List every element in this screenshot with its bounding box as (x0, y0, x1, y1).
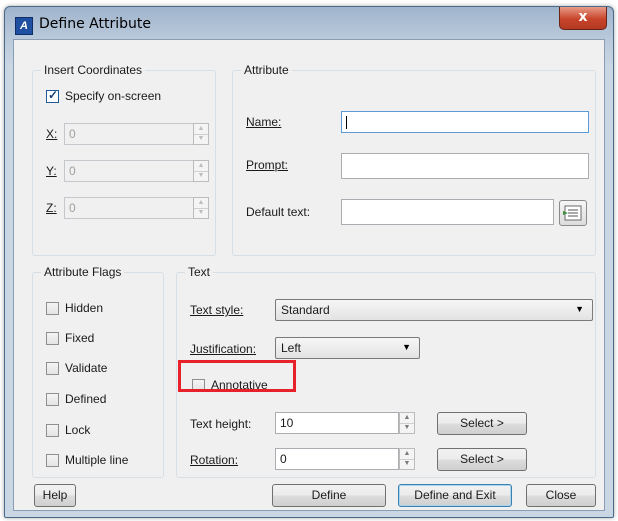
define-and-exit-button[interactable]: Define and Exit (398, 484, 512, 507)
validate-checkbox[interactable] (46, 362, 59, 375)
spin-down-icon: ▼ (197, 135, 205, 142)
annotation-highlight-box (178, 360, 296, 392)
app-icon: A (15, 17, 33, 35)
attribute-label: Attribute (241, 63, 292, 77)
spin-down-icon: ▼ (403, 424, 411, 431)
rotation-input[interactable]: 0 (275, 448, 399, 470)
insert-coordinates-group: Insert Coordinates Specify on-screen X: … (32, 63, 216, 256)
specify-onscreen-label: Specify on-screen (65, 89, 162, 103)
y-spinner[interactable]: ▲ ▼ (193, 160, 209, 182)
window-title: Define Attribute (39, 16, 151, 32)
title-bar[interactable]: A Define Attribute x (5, 7, 613, 39)
multiple-line-label: Multiple line (65, 453, 129, 467)
insert-field-button[interactable] (559, 200, 587, 226)
attribute-flags-label: Attribute Flags (41, 265, 125, 279)
prompt-label: Prompt: (246, 158, 289, 172)
spin-down-icon: ▼ (197, 172, 205, 179)
validate-label: Validate (65, 361, 108, 375)
define-button[interactable]: Define (272, 484, 386, 507)
attribute-group: Attribute Name: Prompt: Default text: (232, 63, 596, 256)
close-window-button[interactable]: x (559, 7, 607, 30)
text-height-label: Text height: (190, 417, 252, 431)
text-height-spinner[interactable]: ▲ ▼ (399, 412, 415, 434)
text-style-label: Text style: (190, 303, 244, 317)
hidden-label: Hidden (65, 301, 104, 315)
text-style-value: Standard (281, 303, 330, 317)
rotation-label: Rotation: (190, 453, 239, 467)
select-rotation-button[interactable]: Select > (437, 448, 527, 471)
default-text-label: Default text: (246, 205, 311, 219)
chevron-down-icon: ▼ (575, 304, 584, 314)
y-label: Y: (46, 164, 57, 178)
fixed-checkbox[interactable] (46, 332, 59, 345)
z-label: Z: (46, 201, 57, 215)
specify-onscreen-checkbox[interactable] (46, 88, 59, 103)
name-input[interactable] (341, 111, 589, 133)
z-spinner[interactable]: ▲ ▼ (193, 197, 209, 219)
spin-down-icon: ▼ (197, 209, 205, 216)
prompt-input[interactable] (341, 153, 589, 179)
chevron-down-icon: ▼ (402, 342, 411, 352)
help-button[interactable]: Help (34, 484, 76, 507)
close-button[interactable]: Close (526, 484, 596, 507)
y-input[interactable]: 0 (64, 160, 195, 182)
text-caret (346, 116, 347, 130)
select-text-height-button[interactable]: Select > (437, 412, 527, 435)
name-label: Name: (246, 115, 282, 129)
justification-dropdown[interactable]: Left ▼ (275, 337, 420, 359)
x-input[interactable]: 0 (64, 123, 195, 145)
insert-coordinates-label: Insert Coordinates (41, 63, 146, 77)
hidden-checkbox[interactable] (46, 302, 59, 315)
lock-checkbox[interactable] (46, 424, 59, 437)
define-attribute-dialog: A Define Attribute x Insert Coordinates … (4, 6, 614, 518)
text-group-label: Text (185, 265, 214, 279)
attribute-flags-group: Attribute Flags Hidden Fixed Validate De… (32, 265, 164, 478)
insert-field-icon (563, 205, 582, 221)
justification-value: Left (281, 341, 302, 355)
default-text-input[interactable] (341, 199, 554, 225)
multiple-line-checkbox[interactable] (46, 454, 59, 467)
text-height-input[interactable]: 10 (275, 412, 399, 434)
defined-label: Defined (65, 392, 107, 406)
text-style-dropdown[interactable]: Standard ▼ (275, 299, 593, 321)
lock-label: Lock (65, 423, 91, 437)
dialog-body: Insert Coordinates Specify on-screen X: … (13, 39, 605, 511)
rotation-spinner[interactable]: ▲ ▼ (399, 448, 415, 470)
spin-down-icon: ▼ (403, 460, 411, 467)
defined-checkbox[interactable] (46, 393, 59, 406)
justification-label: Justification: (190, 342, 257, 356)
x-label: X: (46, 127, 58, 141)
z-input[interactable]: 0 (64, 197, 195, 219)
fixed-label: Fixed (65, 331, 95, 345)
x-spinner[interactable]: ▲ ▼ (193, 123, 209, 145)
